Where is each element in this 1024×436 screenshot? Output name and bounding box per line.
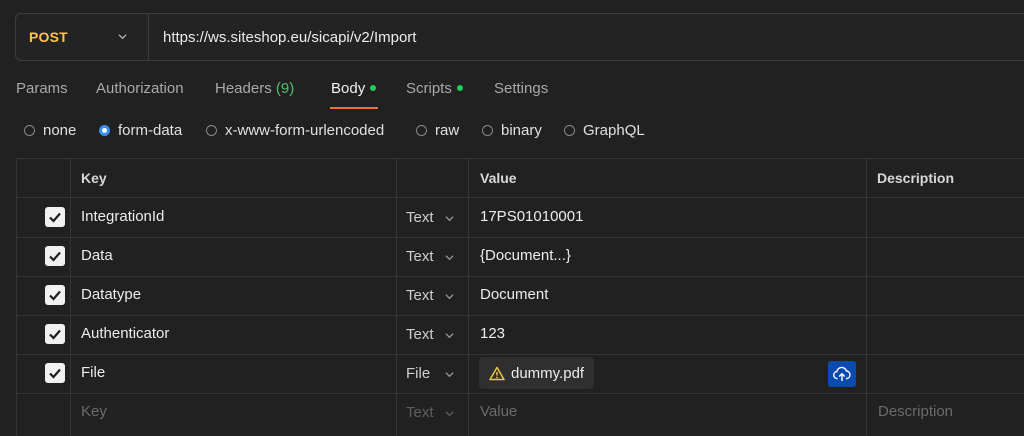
- column-header-key: Key: [81, 170, 107, 186]
- chevron-down-icon: [118, 34, 127, 40]
- tab-scripts[interactable]: Scripts: [406, 80, 463, 97]
- radio-label: binary: [501, 122, 542, 139]
- row-divider: [17, 197, 1024, 198]
- column-divider: [468, 159, 469, 436]
- column-header-value: Value: [480, 170, 517, 186]
- row-value[interactable]: 17PS01010001: [480, 208, 583, 225]
- radio-circle: [416, 125, 427, 136]
- row-type-select[interactable]: Text: [406, 287, 454, 304]
- tab-label: Headers: [215, 80, 272, 97]
- chevron-down-icon: [445, 216, 454, 222]
- radio-form-data[interactable]: form-data: [99, 122, 182, 139]
- chevron-down-icon: [445, 294, 454, 300]
- tab-settings[interactable]: Settings: [494, 80, 548, 97]
- url-input[interactable]: https://ws.siteshop.eu/sicapi/v2/Import: [149, 29, 416, 46]
- cloud-upload-icon: [833, 366, 851, 381]
- radio-raw[interactable]: raw: [416, 122, 459, 139]
- method-select[interactable]: POST: [16, 14, 149, 60]
- active-tab-underline: [330, 107, 378, 109]
- tab-label: Authorization: [96, 80, 184, 97]
- body-dot-indicator: [370, 85, 377, 91]
- tab-params[interactable]: Params: [16, 80, 68, 97]
- row-type-label: Text: [406, 404, 434, 421]
- tab-headers[interactable]: Headers (9): [215, 80, 294, 97]
- tab-label: Body: [331, 80, 366, 97]
- request-url-bar: POST https://ws.siteshop.eu/sicapi/v2/Im…: [15, 13, 1024, 61]
- check-icon: [49, 212, 61, 223]
- row-key[interactable]: Data: [81, 247, 113, 264]
- chevron-down-icon: [445, 333, 454, 339]
- row-type-select[interactable]: Text: [406, 326, 454, 343]
- radio-label: x-www-form-urlencoded: [225, 122, 385, 139]
- row-checkbox[interactable]: [45, 363, 65, 383]
- row-divider: [17, 354, 1024, 355]
- upload-file-button[interactable]: [828, 361, 856, 387]
- tab-label: Settings: [494, 80, 549, 97]
- new-type-select[interactable]: Text: [406, 404, 454, 421]
- row-value[interactable]: Document: [480, 286, 548, 303]
- tab-body[interactable]: Body: [331, 80, 377, 97]
- form-data-table: Key Value Description IntegrationId Text…: [16, 158, 1024, 436]
- radio-none[interactable]: none: [24, 122, 76, 139]
- radio-binary[interactable]: binary: [482, 122, 542, 139]
- row-type-select[interactable]: File: [406, 365, 454, 382]
- column-divider: [396, 159, 397, 436]
- row-type-label: Text: [406, 209, 434, 226]
- chevron-down-icon: [445, 411, 454, 417]
- row-type-label: Text: [406, 248, 434, 265]
- tab-label: Params: [16, 80, 68, 97]
- row-checkbox[interactable]: [45, 246, 65, 266]
- radio-circle: [206, 125, 217, 136]
- chevron-down-icon: [445, 372, 454, 378]
- row-value[interactable]: 123: [480, 325, 505, 342]
- radio-circle: [482, 125, 493, 136]
- radio-circle: [24, 125, 35, 136]
- radio-x-www-form-urlencoded[interactable]: x-www-form-urlencoded: [206, 122, 384, 139]
- radio-circle-selected: [99, 125, 110, 136]
- row-type-select[interactable]: Text: [406, 209, 454, 226]
- row-value[interactable]: {Document...}: [480, 247, 571, 264]
- tab-authorization[interactable]: Authorization: [96, 80, 184, 97]
- row-type-select[interactable]: Text: [406, 248, 454, 265]
- new-description-input[interactable]: Description: [878, 403, 953, 420]
- column-divider: [70, 159, 71, 436]
- row-key[interactable]: Datatype: [81, 286, 141, 303]
- row-checkbox[interactable]: [45, 324, 65, 344]
- tab-label: Scripts: [406, 80, 452, 97]
- scripts-dot-indicator: [456, 85, 463, 91]
- row-divider: [17, 393, 1024, 394]
- row-checkbox[interactable]: [45, 207, 65, 227]
- radio-label: form-data: [118, 122, 183, 139]
- headers-count-badge: (9): [275, 80, 295, 97]
- chevron-down-icon: [445, 255, 454, 261]
- row-divider: [17, 237, 1024, 238]
- radio-label: GraphQL: [583, 122, 645, 139]
- column-header-description: Description: [877, 170, 955, 186]
- file-chip[interactable]: dummy.pdf: [479, 357, 594, 389]
- row-key[interactable]: IntegrationId: [81, 208, 164, 225]
- row-divider: [17, 315, 1024, 316]
- row-key[interactable]: File: [81, 364, 105, 381]
- column-divider: [866, 159, 867, 436]
- row-key[interactable]: Authenticator: [81, 325, 169, 342]
- method-label: POST: [29, 29, 68, 45]
- check-icon: [49, 329, 61, 340]
- check-icon: [49, 251, 61, 262]
- row-type-label: File: [406, 365, 431, 382]
- radio-label: raw: [435, 122, 460, 139]
- new-key-input[interactable]: Key: [81, 403, 107, 420]
- row-type-label: Text: [406, 326, 434, 343]
- row-checkbox[interactable]: [45, 285, 65, 305]
- check-icon: [49, 290, 61, 301]
- row-type-label: Text: [406, 287, 434, 304]
- radio-graphql[interactable]: GraphQL: [564, 122, 645, 139]
- row-divider: [17, 276, 1024, 277]
- warning-icon: [489, 366, 505, 380]
- file-name: dummy.pdf: [511, 364, 585, 382]
- radio-label: none: [43, 122, 77, 139]
- radio-circle: [564, 125, 575, 136]
- new-value-input[interactable]: Value: [480, 403, 517, 420]
- check-icon: [49, 368, 61, 379]
